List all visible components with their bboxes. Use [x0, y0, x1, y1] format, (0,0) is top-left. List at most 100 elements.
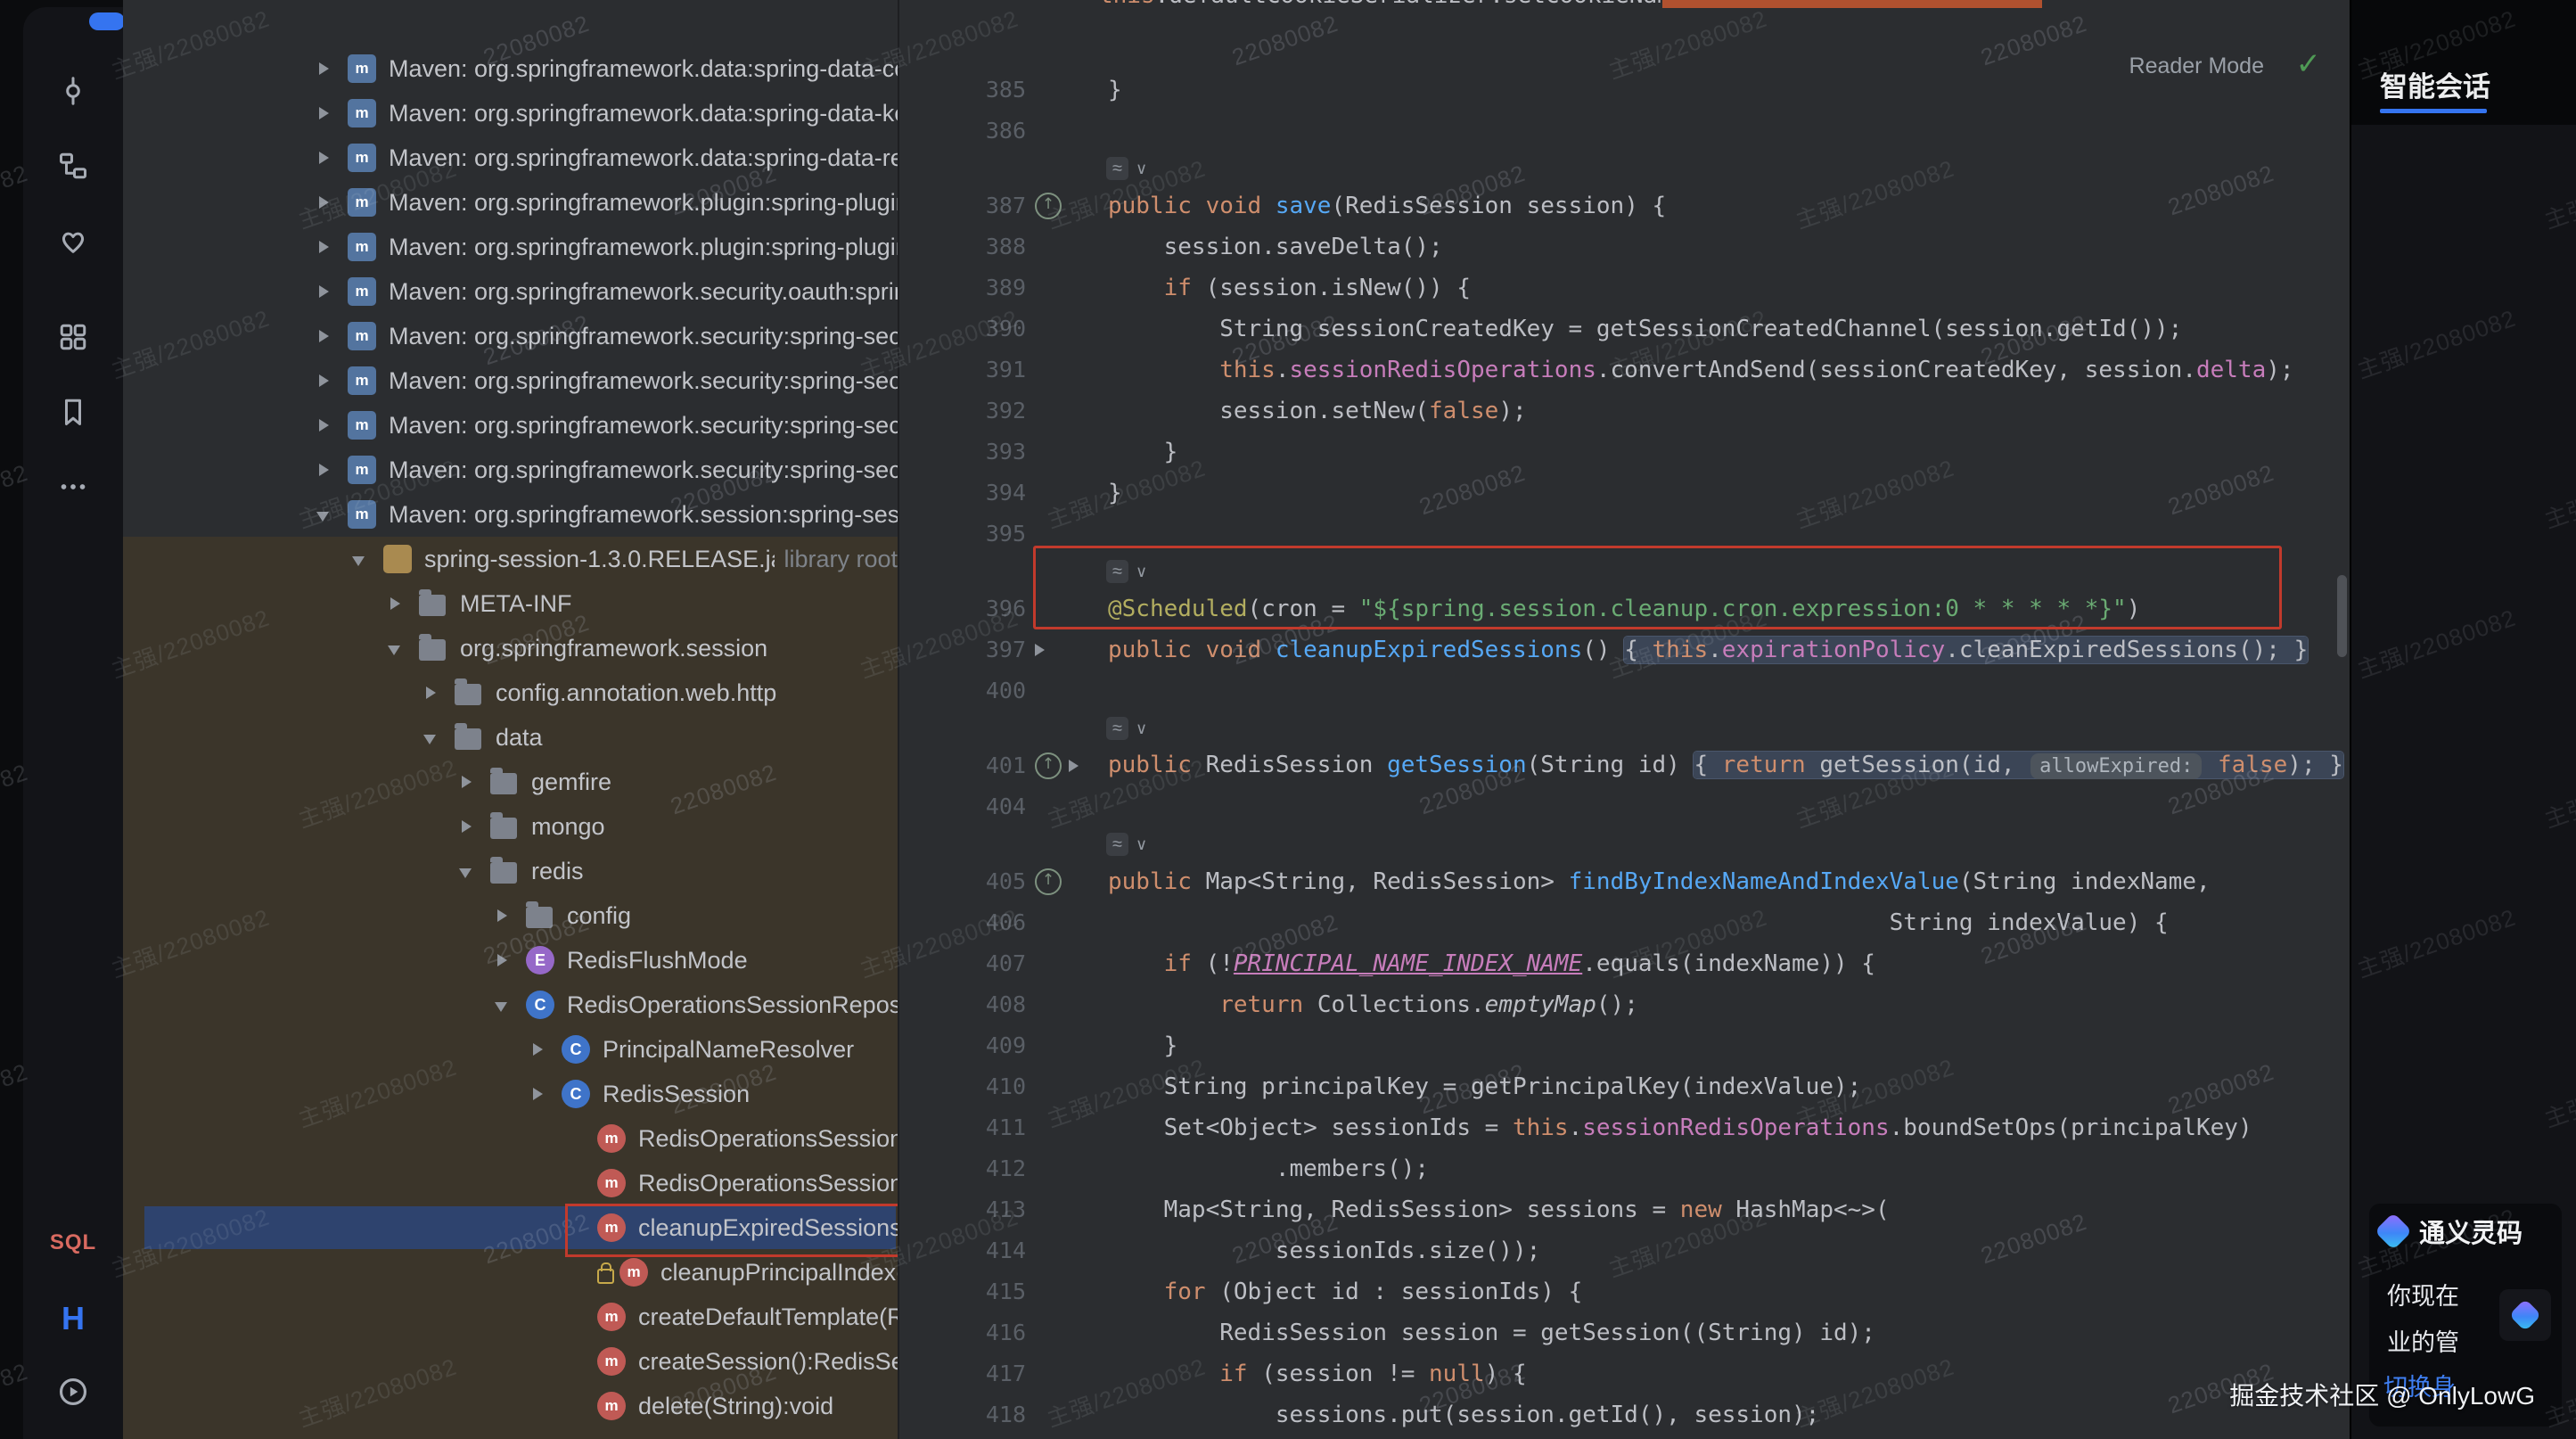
chevron-right-icon[interactable] — [312, 180, 348, 225]
line-number[interactable]: 408 — [899, 984, 1026, 1025]
tree-item[interactable]: mMaven: org.springframework.plugin:sprin… — [123, 180, 898, 225]
chevron-right-icon[interactable] — [455, 760, 490, 804]
line-number[interactable]: 387 — [899, 185, 1026, 226]
tree-item[interactable]: mMaven: org.springframework.security.oau… — [123, 269, 898, 314]
line-number[interactable]: 417 — [899, 1353, 1026, 1394]
folded-region[interactable]: { this.expirationPolicy.cleanExpiredSess… — [1624, 637, 2308, 663]
inlay-hint-icon[interactable]: ≈ — [1106, 833, 1128, 856]
tongyi-chip[interactable] — [2499, 1289, 2551, 1341]
chevron-right-icon[interactable] — [312, 136, 348, 180]
line-number[interactable]: 409 — [899, 1025, 1026, 1066]
chevron-down-icon[interactable]: ∨ — [1136, 720, 1147, 738]
bookmark-icon[interactable] — [46, 385, 100, 439]
line-number[interactable]: 385 — [899, 70, 1026, 111]
line-number[interactable]: 395 — [899, 514, 1026, 555]
chevron-down-icon[interactable] — [419, 715, 455, 760]
line-number[interactable]: 400 — [899, 670, 1026, 711]
override-icon[interactable]: ↑ — [1035, 193, 1062, 219]
line-number[interactable]: 394 — [899, 473, 1026, 514]
code-line[interactable]: 413 Map<String, RedisSession> sessions =… — [899, 1189, 2351, 1230]
reader-mode-label[interactable]: Reader Mode — [2129, 53, 2264, 79]
code-editor[interactable]: this.defaultCookieSerializer.setCookieNa… — [898, 0, 2351, 1439]
code-line[interactable]: 406 String indexValue) { — [899, 902, 2351, 943]
line-number[interactable]: 405 — [899, 861, 1026, 902]
line-number[interactable]: 397 — [899, 629, 1026, 670]
folded-region[interactable]: { return getSession(id, allowExpired: fa… — [1694, 752, 2342, 778]
code-line[interactable]: 414 sessionIds.size()); — [899, 1230, 2351, 1271]
more-tools-icon[interactable] — [46, 460, 100, 514]
line-number[interactable]: 388 — [899, 226, 1026, 267]
tree-item[interactable]: org.springframework.session — [123, 626, 898, 670]
code-line[interactable]: 391 this.sessionRedisOperations.convertA… — [899, 349, 2351, 391]
inlay-hint[interactable]: ≈∨ — [899, 152, 2351, 185]
fold-chevron-icon[interactable] — [1035, 644, 1045, 656]
chevron-right-icon[interactable] — [526, 1027, 562, 1072]
editor-scrollbar[interactable] — [2337, 575, 2347, 657]
line-number[interactable]: 407 — [899, 943, 1026, 984]
line-number[interactable]: 410 — [899, 1066, 1026, 1107]
run-icon[interactable] — [23, 1375, 123, 1409]
line-number[interactable]: 401 — [899, 745, 1026, 786]
chevron-down-icon[interactable] — [312, 492, 348, 537]
code-line[interactable]: 390 String sessionCreatedKey = getSessio… — [899, 308, 2351, 349]
tree-item[interactable]: mcreateSession():RedisSession — [123, 1339, 898, 1384]
h-logo-icon[interactable]: H — [23, 1300, 123, 1337]
code-line[interactable]: 393 } — [899, 432, 2351, 473]
tree-item[interactable]: mMaven: org.springframework.session:spri… — [123, 492, 898, 537]
tree-item[interactable]: spring-session-1.3.0.RELEASE.jarlibrary … — [123, 537, 898, 581]
tree-item[interactable]: gemfire — [123, 760, 898, 804]
chat-title[interactable]: 智能会话 — [2380, 64, 2490, 104]
line-number[interactable]: 390 — [899, 308, 1026, 349]
chevron-right-icon[interactable] — [312, 448, 348, 492]
code-line[interactable]: 408 return Collections.emptyMap(); — [899, 984, 2351, 1025]
chevron-down-icon[interactable] — [348, 537, 383, 581]
tree-item[interactable]: CRedisOperationsSessionRepository — [123, 983, 898, 1027]
tree-item[interactable]: CPrincipalNameResolver — [123, 1027, 898, 1072]
tree-item[interactable]: META-INF — [123, 581, 898, 626]
heart-icon[interactable] — [46, 214, 100, 267]
chevron-down-icon[interactable] — [383, 626, 419, 670]
code-line[interactable]: 416 RedisSession session = getSession((S… — [899, 1312, 2351, 1353]
tree-item[interactable]: ERedisFlushMode — [123, 938, 898, 983]
tree-item[interactable]: mMaven: org.springframework.security:spr… — [123, 448, 898, 492]
tree-item[interactable]: redis — [123, 849, 898, 893]
code-line[interactable]: 418 sessions.put(session.getId(), sessio… — [899, 1394, 2351, 1435]
tree-item[interactable]: mRedisOperationsSessionRepository( — [123, 1116, 898, 1161]
line-number[interactable]: 414 — [899, 1230, 1026, 1271]
code-line[interactable]: 386 — [899, 111, 2351, 152]
tree-item[interactable]: config.annotation.web.http — [123, 670, 898, 715]
code-line[interactable]: 409 } — [899, 1025, 2351, 1066]
line-number[interactable]: 391 — [899, 349, 1026, 391]
line-number[interactable]: 404 — [899, 786, 1026, 827]
code-line[interactable]: 388 session.saveDelta(); — [899, 226, 2351, 267]
tree-item[interactable]: mcreateDefaultTemplate(RedisConne — [123, 1295, 898, 1339]
line-number[interactable]: 396 — [899, 588, 1026, 629]
chevron-right-icon[interactable] — [490, 938, 526, 983]
tree-item[interactable]: mRedisOperationsSessionRepository( — [123, 1161, 898, 1205]
structure-icon[interactable] — [46, 139, 100, 193]
chevron-right-icon[interactable] — [312, 91, 348, 136]
override-icon[interactable]: ↑ — [1035, 752, 1062, 779]
code-line[interactable]: 410 String principalKey = getPrincipalKe… — [899, 1066, 2351, 1107]
tree-item[interactable]: mdelete(String):void — [123, 1384, 898, 1428]
tree-item[interactable]: mMaven: org.springframework.data:spring-… — [123, 136, 898, 180]
line-number[interactable]: 412 — [899, 1148, 1026, 1189]
chevron-right-icon[interactable] — [312, 403, 348, 448]
tree-item[interactable]: data — [123, 715, 898, 760]
chevron-right-icon[interactable] — [312, 314, 348, 358]
chevron-right-icon[interactable] — [312, 269, 348, 314]
chevron-right-icon[interactable] — [419, 670, 455, 715]
chevron-right-icon[interactable] — [490, 893, 526, 938]
tree-item[interactable]: mMaven: org.springframework.security:spr… — [123, 314, 898, 358]
code-line[interactable]: 407 if (!PRINCIPAL_NAME_INDEX_NAME.equal… — [899, 943, 2351, 984]
code-line[interactable]: 387↑public void save(RedisSession sessio… — [899, 185, 2351, 226]
inlay-hint-icon[interactable]: ≈ — [1106, 157, 1128, 180]
tongyi-brand-row[interactable]: 通义灵码 — [2380, 1213, 2523, 1250]
chevron-right-icon[interactable] — [312, 225, 348, 269]
inlay-hint-icon[interactable]: ≈ — [1106, 717, 1128, 740]
line-number[interactable]: 413 — [899, 1189, 1026, 1230]
override-icon[interactable]: ↑ — [1035, 868, 1062, 895]
code-line[interactable]: 404 — [899, 786, 2351, 827]
chevron-down-icon[interactable]: ∨ — [1136, 160, 1147, 178]
chevron-right-icon[interactable] — [526, 1072, 562, 1116]
